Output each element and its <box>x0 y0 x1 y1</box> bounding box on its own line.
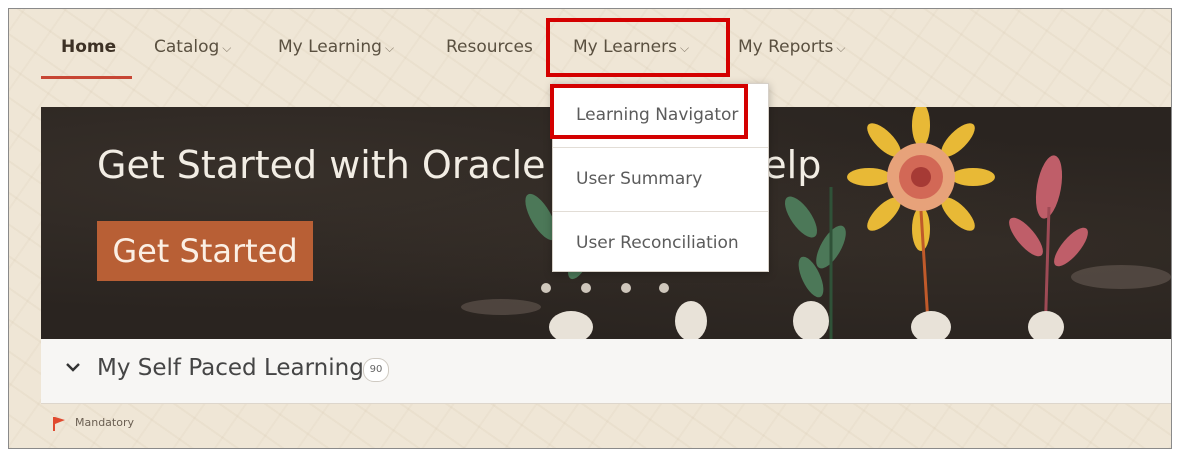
nav-home-label: Home <box>61 37 117 57</box>
nav-resources-label: Resources <box>446 37 533 57</box>
chevron-down-icon[interactable] <box>63 357 83 377</box>
menu-item-label: Learning Navigator <box>576 105 739 125</box>
flag-icon <box>53 417 65 431</box>
sunflower-graphic <box>847 107 995 339</box>
nav-resources[interactable]: Resources <box>446 35 533 59</box>
nav-catalog[interactable]: Catalog ⌵ <box>154 35 231 59</box>
carousel-dot[interactable] <box>659 283 669 293</box>
carousel-dot[interactable] <box>621 283 631 293</box>
section-title: My Self Paced Learning <box>97 355 364 381</box>
my-learners-dropdown-menu: Learning Navigator User Summary User Rec… <box>552 83 769 272</box>
nav-my-learning[interactable]: My Learning ⌵ <box>278 35 394 59</box>
carousel-dot[interactable] <box>541 283 551 293</box>
menu-item-label: User Summary <box>576 169 703 189</box>
nav-my-learners[interactable]: My Learners ⌵ <box>573 35 689 59</box>
nav-home[interactable]: Home <box>61 35 116 59</box>
count-badge: 90 <box>363 358 389 382</box>
mandatory-label: Mandatory <box>75 416 135 429</box>
menu-item-label: User Reconciliation <box>576 233 739 253</box>
chevron-down-icon: ⌵ <box>222 41 232 55</box>
menu-item-user-summary[interactable]: User Summary <box>553 148 768 210</box>
carousel-dot[interactable] <box>581 283 591 293</box>
chevron-down-icon: ⌵ <box>384 41 395 55</box>
nav-my-learners-label: My Learners <box>573 37 677 57</box>
self-paced-section-header[interactable]: My Self Paced Learning 90 <box>41 339 1171 404</box>
nav-catalog-label: Catalog <box>154 37 220 57</box>
nav-my-reports-label: My Reports <box>738 37 834 57</box>
nav-my-reports[interactable]: My Reports ⌵ <box>738 35 845 59</box>
chevron-down-icon: ⌵ <box>836 41 846 55</box>
top-nav: Home Catalog ⌵ My Learning ⌵ Resources My … <box>9 9 1171 85</box>
nav-my-learning-label: My Learning <box>278 37 382 57</box>
menu-item-user-reconciliation[interactable]: User Reconciliation <box>553 212 768 274</box>
menu-item-learning-navigator[interactable]: Learning Navigator <box>553 84 768 146</box>
get-started-button[interactable]: Get Started <box>97 221 313 281</box>
app-frame: Home Catalog ⌵ My Learning ⌵ Resources My … <box>8 8 1172 449</box>
active-tab-underline <box>41 76 132 79</box>
chevron-down-icon: ⌵ <box>679 41 690 55</box>
